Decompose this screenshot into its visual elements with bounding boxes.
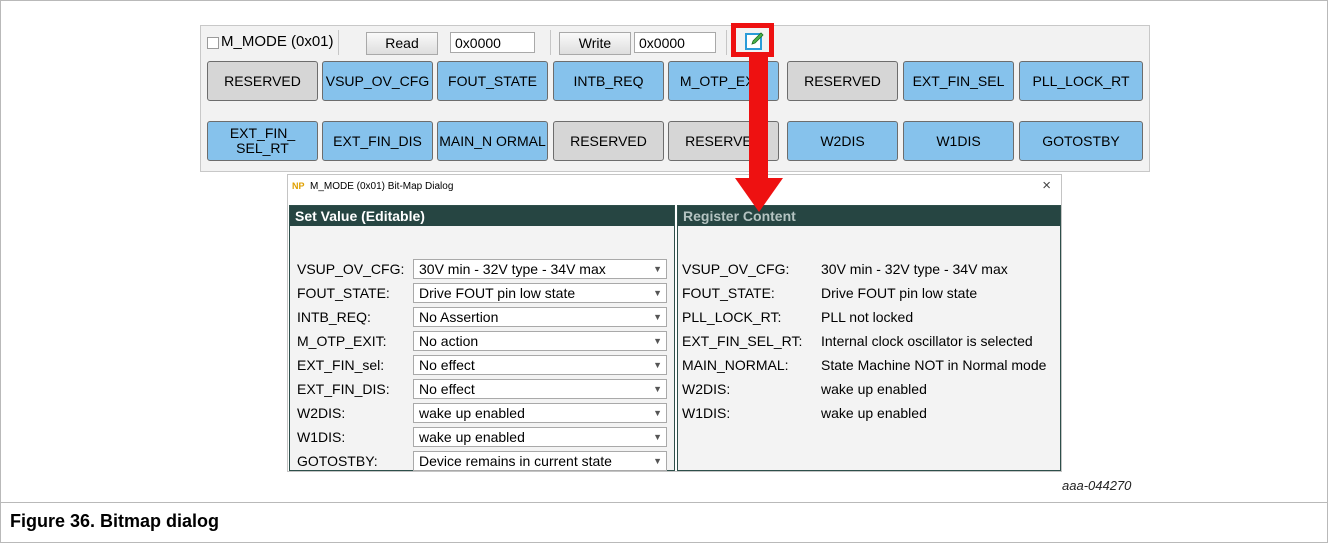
bit-button[interactable]: GOTOSTBY — [1019, 121, 1143, 161]
bitmap-dialog: NP M_MODE (0x01) Bit-Map Dialog × Set Va… — [287, 174, 1062, 472]
bit-button[interactable]: PLL_LOCK_RT — [1019, 61, 1143, 101]
value-select-text: No effect — [419, 357, 475, 373]
value-select-text: No Assertion — [419, 309, 499, 325]
register-widget: M_MODE (0x01) Read 0x0000 Write 0x0000 R… — [200, 23, 1150, 172]
content-value: 30V min - 32V type - 34V max — [821, 261, 1008, 277]
bit-button[interactable]: RESERVED — [207, 61, 318, 101]
callout-arrow-head — [735, 178, 783, 212]
toolbar-divider — [550, 30, 551, 55]
value-select-text: 30V min - 32V type - 34V max — [419, 261, 606, 277]
field-label: M_OTP_EXIT: — [297, 333, 387, 349]
dropdown-arrow-icon: ▼ — [653, 432, 662, 442]
dropdown-arrow-icon: ▼ — [653, 312, 662, 322]
figure-caption: Figure 36. Bitmap dialog — [10, 511, 220, 531]
app-logo-icon: NP — [292, 181, 305, 191]
bit-button[interactable]: RESERVED — [787, 61, 898, 101]
value-select[interactable]: wake up enabled ▼ — [413, 403, 667, 423]
register-select-checkbox[interactable] — [207, 37, 219, 49]
field-label: W1DIS: — [297, 429, 346, 445]
dropdown-arrow-icon: ▼ — [653, 336, 662, 346]
bit-button[interactable]: W2DIS — [787, 121, 898, 161]
write-value-field[interactable]: 0x0000 — [634, 32, 716, 53]
edit-icon-highlight — [731, 23, 774, 57]
content-value: State Machine NOT in Normal mode — [821, 357, 1047, 373]
dropdown-arrow-icon: ▼ — [653, 288, 662, 298]
content-label: FOUT_STATE: — [682, 285, 775, 301]
bit-button[interactable]: INTB_REQ — [553, 61, 664, 101]
dialog-title: M_MODE (0x01) Bit-Map Dialog — [310, 181, 454, 192]
value-select[interactable]: wake up enabled ▼ — [413, 427, 667, 447]
dropdown-arrow-icon: ▼ — [653, 456, 662, 466]
register-content-panel: Register Content VSUP_OV_CFG: 30V min - … — [677, 205, 1061, 471]
value-select[interactable]: No effect ▼ — [413, 355, 667, 375]
value-select[interactable]: No action ▼ — [413, 331, 667, 351]
set-value-header: Set Value (Editable) — [290, 206, 674, 226]
bit-button[interactable]: MAIN_N ORMAL — [437, 121, 548, 161]
register-name: M_MODE (0x01) — [221, 33, 334, 50]
toolbar-divider — [726, 30, 727, 55]
read-value-field[interactable]: 0x0000 — [450, 32, 535, 53]
content-label: PLL_LOCK_RT: — [682, 309, 782, 325]
value-select-text: Drive FOUT pin low state — [419, 285, 576, 301]
bit-button[interactable]: EXT_FIN_SEL — [903, 61, 1014, 101]
set-value-panel: Set Value (Editable) VSUP_OV_CFG: 30V mi… — [289, 205, 675, 471]
field-label: EXT_FIN_DIS: — [297, 381, 390, 397]
content-label: MAIN_NORMAL: — [682, 357, 789, 373]
register-toolbar: M_MODE (0x01) Read 0x0000 Write 0x0000 — [201, 23, 1149, 59]
dropdown-arrow-icon: ▼ — [653, 360, 662, 370]
figure-code: aaa-044270 — [1062, 478, 1132, 493]
value-select-text: Device remains in current state — [419, 453, 612, 469]
field-label: W2DIS: — [297, 405, 346, 421]
field-label: GOTOSTBY: — [297, 453, 378, 469]
bit-button[interactable]: RESERVED — [553, 121, 664, 161]
field-label: EXT_FIN_sel: — [297, 357, 385, 373]
content-value: Drive FOUT pin low state — [821, 285, 978, 301]
field-label: INTB_REQ: — [297, 309, 371, 325]
callout-arrow-shaft — [749, 56, 768, 180]
value-select[interactable]: No effect ▼ — [413, 379, 667, 399]
content-value: wake up enabled — [821, 381, 927, 397]
bit-button[interactable]: EXT_FIN_ SEL_RT — [207, 121, 318, 161]
value-select[interactable]: Device remains in current state ▼ — [413, 451, 667, 471]
bit-button[interactable]: VSUP_OV_CFG — [322, 61, 433, 101]
content-label: W2DIS: — [682, 381, 731, 397]
content-value: wake up enabled — [821, 405, 927, 421]
caption-divider — [0, 502, 1328, 503]
value-select-text: wake up enabled — [419, 405, 525, 421]
bit-button[interactable]: EXT_FIN_DIS — [322, 121, 433, 161]
value-select-text: wake up enabled — [419, 429, 525, 445]
value-select[interactable]: 30V min - 32V type - 34V max ▼ — [413, 259, 667, 279]
toolbar-divider — [338, 30, 339, 55]
close-icon[interactable]: × — [1042, 178, 1051, 194]
content-label: W1DIS: — [682, 405, 731, 421]
content-label: EXT_FIN_SEL_RT: — [682, 333, 803, 349]
value-select[interactable]: No Assertion ▼ — [413, 307, 667, 327]
value-select[interactable]: Drive FOUT pin low state ▼ — [413, 283, 667, 303]
value-select-text: No action — [419, 333, 479, 349]
bit-button[interactable]: FOUT_STATE — [437, 61, 548, 101]
field-label: FOUT_STATE: — [297, 285, 390, 301]
dropdown-arrow-icon: ▼ — [653, 264, 662, 274]
content-value: PLL not locked — [821, 309, 914, 325]
dropdown-arrow-icon: ▼ — [653, 384, 662, 394]
content-label: VSUP_OV_CFG: — [682, 261, 790, 277]
value-select-text: No effect — [419, 381, 475, 397]
read-button[interactable]: Read — [366, 32, 438, 55]
bit-button[interactable]: W1DIS — [903, 121, 1014, 161]
content-value: Internal clock oscillator is selected — [821, 333, 1033, 349]
write-button[interactable]: Write — [559, 32, 631, 55]
field-label: VSUP_OV_CFG: — [297, 261, 405, 277]
dropdown-arrow-icon: ▼ — [653, 408, 662, 418]
